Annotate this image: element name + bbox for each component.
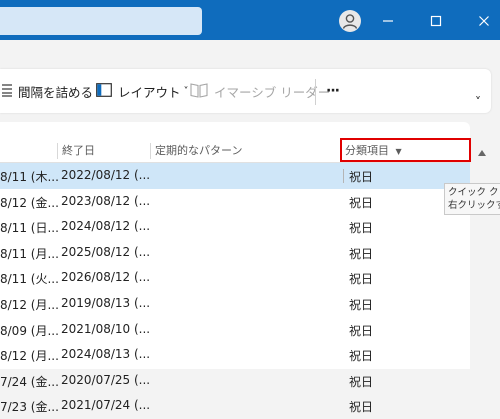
ribbon-divider	[315, 79, 316, 105]
table-row[interactable]: 8/11 (火... 2026/08/12 (... 祝日	[0, 265, 470, 291]
layout-button[interactable]: レイアウト ˅	[96, 79, 189, 103]
expand-ribbon-button[interactable]: ˅	[475, 90, 481, 114]
start-date-cell: 8/12 (金...	[0, 195, 59, 210]
table-row[interactable]: 8/12 (月... 2024/08/13 (... 祝日	[0, 342, 470, 368]
category-cell: 祝日	[349, 221, 374, 236]
end-date-cell: 2023/08/12 (...	[61, 193, 151, 208]
table-row[interactable]: 8/11 (日... 2024/08/12 (... 祝日	[0, 214, 470, 240]
category-cell: 祝日	[349, 349, 374, 364]
title-bar	[0, 0, 500, 40]
end-date-cell: 2022/08/12 (...	[61, 168, 151, 182]
compact-spacing-button[interactable]: 間隔を詰める	[0, 79, 93, 103]
close-button[interactable]	[471, 8, 497, 34]
immersive-reader-button[interactable]: イマーシブ リーダー	[190, 79, 330, 103]
start-date-cell: 8/11 (月...	[0, 246, 59, 261]
end-date-cell: 2024/08/12 (...	[61, 219, 151, 234]
table-row[interactable]: 8/12 (月... 2019/08/13 (... 祝日	[0, 291, 470, 317]
scroll-up-button[interactable]	[477, 143, 487, 156]
category-color-swatch	[343, 169, 344, 183]
category-cell: 祝日	[349, 195, 374, 210]
category-cell: 祝日	[349, 323, 374, 338]
start-date-cell: 8/12 (月...	[0, 349, 59, 364]
layout-label: レイアウト	[118, 84, 181, 100]
search-input[interactable]	[0, 7, 202, 35]
tooltip: クイック クリッ 右クリックする	[444, 183, 500, 215]
category-cell: 祝日	[349, 272, 374, 287]
end-date-cell: 2024/08/13 (...	[61, 347, 151, 362]
layout-icon	[96, 82, 112, 100]
more-options-button[interactable]: ···	[326, 79, 340, 103]
table-row[interactable]: 8/09 (月... 2021/08/10 (... 祝日	[0, 317, 470, 343]
compact-spacing-label: 間隔を詰める	[18, 84, 94, 100]
minimize-button[interactable]	[375, 8, 401, 34]
category-cell: 祝日	[349, 400, 374, 415]
table-row[interactable]: 8/12 (金... 2023/08/12 (... 祝日	[0, 189, 470, 215]
end-date-cell: 2026/08/12 (...	[61, 270, 151, 285]
start-column-header[interactable]	[0, 140, 4, 162]
table-body: 8/11 (木... 2022/08/12 (... 祝日 8/12 (金... 202…	[0, 163, 470, 419]
pattern-column-header[interactable]: 定期的なパターン	[151, 140, 242, 162]
start-date-cell: 7/23 (金...	[0, 400, 59, 415]
table-row[interactable]: 8/11 (月... 2025/08/12 (... 祝日	[0, 240, 470, 266]
category-cell: 祝日	[349, 246, 374, 261]
end-date-cell: 2021/07/24 (...	[61, 398, 151, 413]
start-date-cell: 8/11 (火...	[0, 272, 59, 287]
tooltip-line: 右クリックする	[448, 200, 500, 211]
start-date-cell: 8/11 (日...	[0, 221, 59, 236]
immersive-reader-icon	[190, 82, 208, 101]
start-date-cell: 8/12 (月...	[0, 297, 59, 312]
table-row[interactable]: 7/23 (金... 2021/07/24 (... 祝日	[0, 393, 470, 419]
chevron-down-icon: ˅	[183, 85, 189, 97]
maximize-button[interactable]	[423, 8, 449, 34]
category-cell: 祝日	[349, 374, 374, 389]
start-date-cell: 8/09 (月...	[0, 323, 59, 338]
start-date-cell: 7/24 (金...	[0, 374, 59, 389]
end-column-header[interactable]: 終了日	[58, 140, 95, 162]
tooltip-line: クイック クリッ	[448, 187, 500, 198]
end-date-cell: 2019/08/13 (...	[61, 295, 151, 310]
end-date-cell: 2021/08/10 (...	[61, 321, 151, 336]
table-row[interactable]: 7/24 (金... 2020/07/25 (... 祝日	[0, 368, 470, 394]
highlight-annotation	[340, 138, 471, 162]
list-spacing-icon	[0, 83, 12, 100]
category-cell: 祝日	[349, 297, 374, 312]
end-date-cell: 2020/07/25 (...	[61, 372, 151, 387]
category-cell: 祝日	[349, 170, 374, 184]
immersive-reader-label: イマーシブ リーダー	[214, 84, 331, 100]
start-date-cell: 8/11 (木...	[0, 170, 59, 184]
end-date-cell: 2025/08/12 (...	[61, 244, 151, 259]
avatar[interactable]	[339, 10, 361, 32]
table-row[interactable]: 8/11 (木... 2022/08/12 (... 祝日	[0, 163, 470, 189]
